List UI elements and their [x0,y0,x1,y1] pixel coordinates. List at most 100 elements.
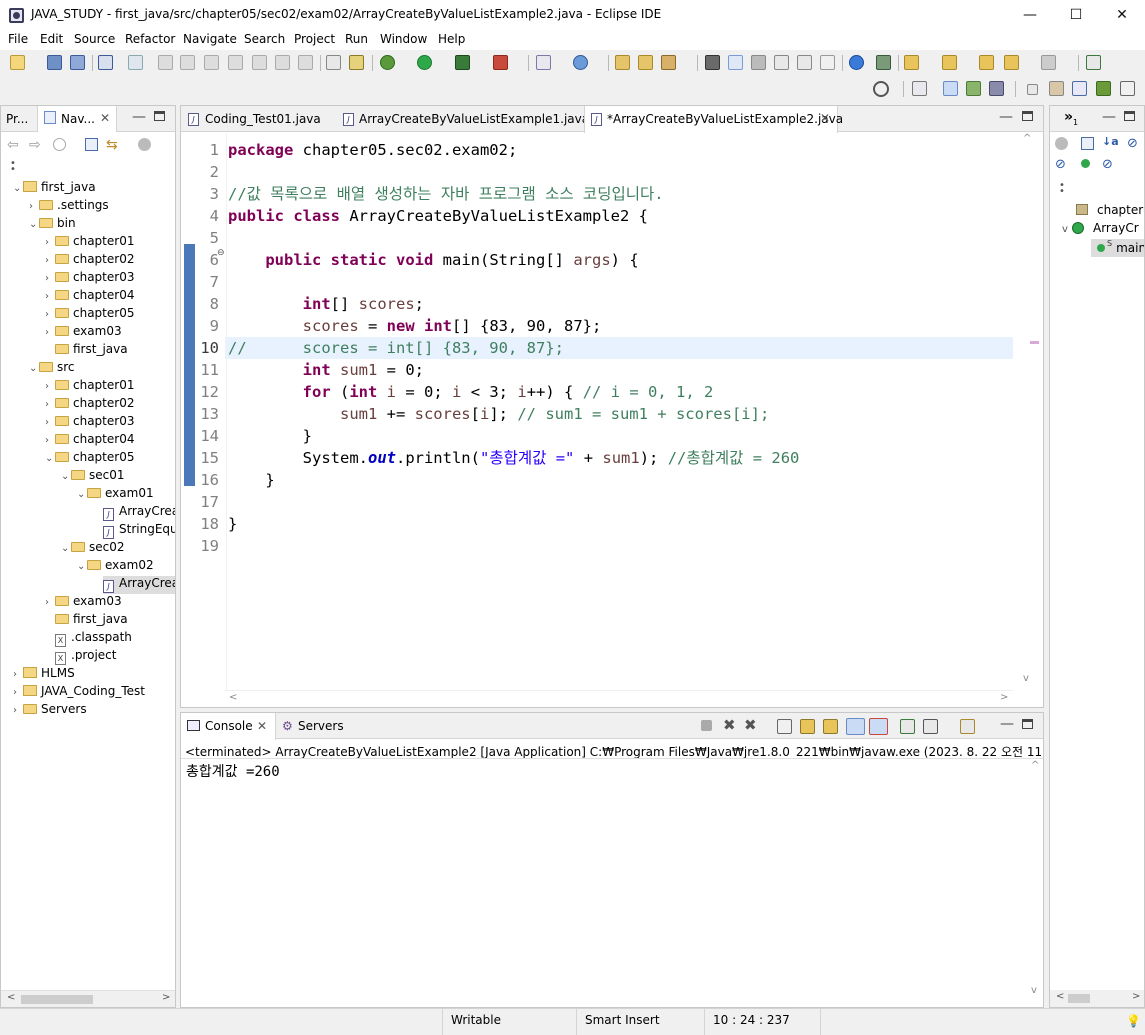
tree-item[interactable]: ⌄ exam02 [1,558,175,576]
terminate-icon[interactable] [204,55,219,70]
tree-item[interactable]: first_java [1,342,175,360]
editor-tab-coding-test01[interactable]: J Coding_Test01.java [181,106,335,132]
show-on-stderr-icon[interactable] [869,718,888,735]
new-java-project-icon[interactable] [536,55,551,70]
scroll-up-icon[interactable]: ^ [1023,133,1031,144]
coverage-icon[interactable] [455,55,470,70]
chevron-right-icon[interactable]: › [13,669,23,680]
maximize-button[interactable]: ☐ [1053,0,1099,30]
menu-project[interactable]: Project [294,32,335,46]
chevron-right-icon[interactable]: › [13,705,23,716]
code-line[interactable] [225,491,1013,513]
back-icon[interactable] [1004,55,1019,70]
tree-item[interactable]: › chapter04 [1,288,175,306]
build-icon[interactable] [349,55,364,70]
code-line[interactable] [225,535,1013,557]
link-icon[interactable] [1055,137,1068,150]
minimize-button[interactable]: — [1007,0,1053,30]
scroll-lock-icon[interactable] [800,719,815,734]
code-line[interactable]: int[] scores; [225,293,1013,315]
minimize-icon[interactable]: — [999,109,1013,125]
tree-item[interactable]: J ArrayCrea [103,576,175,594]
scroll-down-icon[interactable]: v [1023,673,1029,684]
maximize-icon[interactable] [154,111,165,121]
tree-item[interactable]: J ArrayCrea [1,504,175,522]
scrollbar-thumb[interactable] [21,995,93,1004]
step-over-icon[interactable] [275,55,290,70]
maximize-icon[interactable] [1022,719,1033,729]
tree-item[interactable]: J StringEqu [1,522,175,540]
code-line[interactable]: for (int i = 0; i < 3; i++) { // i = 0, … [225,381,1013,403]
code-line[interactable]: int sum1 = 0; [225,359,1013,381]
current-code-line[interactable]: // scores = int[] {83, 90, 87}; [225,337,1013,359]
console-output[interactable]: 총합계값 =260 [186,761,280,781]
code-line[interactable] [225,227,1013,249]
outline-view-icon[interactable] [1096,81,1111,96]
scrollbar-thumb[interactable] [1068,994,1090,1003]
tree-item[interactable]: › chapter01 [1,378,175,396]
code-line[interactable]: } [225,513,1013,535]
terminal-icon[interactable] [98,55,113,70]
chevron-right-icon[interactable]: › [45,381,55,392]
search-icon[interactable] [661,55,676,70]
chevron-right-icon[interactable]: › [45,291,55,302]
link-with-editor-icon[interactable]: ⇆ [106,137,118,153]
tree-item[interactable]: › chapter03 [1,270,175,288]
chevron-right-icon[interactable]: › [45,417,55,428]
chevron-down-icon[interactable]: ⌄ [77,561,87,572]
chevron-down-icon[interactable]: ⌄ [29,219,39,230]
hide-nonpublic-icon[interactable] [1081,159,1090,168]
code-line[interactable]: //값 목록으로 배열 생성하는 자바 프로그램 소스 코딩입니다. [225,183,1013,205]
save-icon[interactable] [47,55,62,70]
chevron-right-icon[interactable]: › [45,309,55,320]
word-wrap-icon[interactable] [823,719,838,734]
open-console-icon[interactable] [960,719,975,734]
open-perspective-icon[interactable] [912,81,927,96]
tree-item[interactable]: first_java [1,612,175,630]
external-tools-icon[interactable] [493,55,508,70]
forward-icon[interactable]: ⇨ [29,137,41,153]
close-icon[interactable]: ✕ [257,719,267,733]
chevron-down-icon[interactable]: ⌄ [29,363,39,374]
back-icon[interactable]: ⇦ [7,137,19,153]
drag-handle-icon[interactable]: • • [10,159,16,175]
outline-horizontal-scrollbar[interactable]: < > [1050,990,1144,1007]
tree-item[interactable]: › Servers [1,702,175,720]
tree-item[interactable]: ⌄ first_java [1,180,175,198]
code-line[interactable]: sum1 += scores[i]; // sum1 = sum1 + scor… [225,403,1013,425]
editor-tab-example1[interactable]: J ArrayCreateByValueListExample1.java [337,106,589,132]
menu-source[interactable]: Source [74,32,115,46]
restore-icon[interactable] [1027,84,1038,95]
more-views-button[interactable]: » [1064,109,1073,125]
sort-icon[interactable]: ↓a [1102,135,1119,148]
chevron-right-icon[interactable]: › [13,687,23,698]
editor-tab-example2[interactable]: J *ArrayCreateByValueListExample2.java ✕ [584,106,843,133]
chevron-right-icon[interactable]: › [45,597,55,608]
chevron-right-icon[interactable]: › [45,255,55,266]
tree-item[interactable]: › chapter05 [1,306,175,324]
collapse-all-icon[interactable] [1081,137,1094,150]
chevron-right-icon[interactable]: › [45,327,55,338]
outline-item-package[interactable]: chapter [1050,203,1144,221]
debug-icon[interactable] [380,55,395,70]
minimize-icon[interactable]: — [1000,716,1014,732]
code-line[interactable]: System.out.println("총합계값 =" + sum1); //총… [225,447,1013,469]
menu-file[interactable]: File [8,32,28,46]
outline-item-main[interactable]: Smain [1091,239,1144,257]
menu-run[interactable]: Run [345,32,368,46]
close-window-button[interactable]: ✕ [1099,0,1145,30]
code-line[interactable]: } [225,425,1013,447]
java-ee-perspective-icon[interactable] [943,81,958,96]
save-all-icon[interactable] [70,55,85,70]
show-whitespace-icon[interactable] [797,55,812,70]
block-selection-icon[interactable] [774,55,789,70]
word-wrap-icon[interactable] [751,55,766,70]
chevron-right-icon[interactable]: › [45,237,55,248]
run-icon[interactable] [417,55,432,70]
tree-item[interactable]: ⌄ sec02 [1,540,175,558]
view-menu-icon[interactable] [138,138,151,151]
tree-item[interactable]: › chapter02 [1,396,175,414]
outline-item-class[interactable]: v ArrayCr [1050,221,1144,239]
code-line[interactable]: public static void main(String[] args) { [225,249,1013,271]
chevron-right-icon[interactable]: › [45,435,55,446]
